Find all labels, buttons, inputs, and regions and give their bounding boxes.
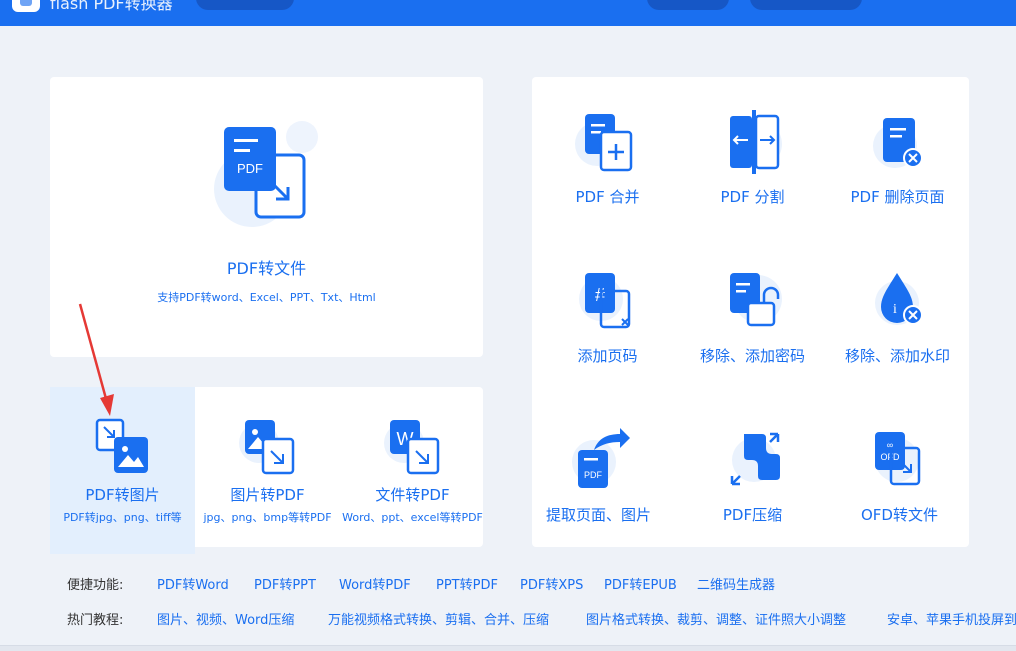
pdf-to-file-card[interactable]: PDF PDF转文件 支持PDF转word、Excel、PPT、Txt、Html (50, 77, 483, 357)
tool-password[interactable]: 移除、添加密码 (680, 241, 825, 391)
tool-title: PDF 分割 (720, 188, 785, 206)
tool-pdf-merge[interactable]: PDF 合并 (535, 82, 680, 232)
image-to-pdf-item[interactable]: 图片转PDF jpg、png、bmp等转PDF (195, 387, 340, 554)
tutorial-link[interactable]: 安卓、苹果手机投屏到 (887, 609, 1016, 628)
tool-title: PDF压缩 (722, 506, 783, 524)
tutorial-link[interactable]: 万能视频格式转换、剪辑、合并、压缩 (328, 609, 549, 628)
info-icon-label: i (893, 302, 897, 317)
tutorials-label: 热门教程: (67, 613, 124, 628)
pdf-icon-label: PDF (237, 161, 263, 176)
tool-title: 添加页码 (577, 347, 638, 365)
quick-link[interactable]: PDF转XPS (520, 574, 583, 593)
item-title: 图片转PDF (230, 486, 305, 504)
quick-link[interactable]: PDF转PPT (254, 574, 316, 593)
top-menu-button[interactable] (196, 0, 294, 10)
bottom-divider (0, 645, 1016, 651)
page-number-icon: # (579, 273, 631, 329)
convert-card: PDF转图片 PDF转jpg、png、tiff等 图片转PDF jpg、png、… (50, 387, 483, 554)
item-title: PDF转图片 (85, 486, 160, 504)
ofd-icon: ∞ OFD (875, 432, 921, 486)
split-icon (730, 110, 782, 174)
file-to-pdf-item[interactable]: W 文件转PDF Word、ppt、excel等转PDF (340, 387, 485, 554)
tools-card: PDF 合并 PDF 分割 PDF 删除页面 # 添加页码 移除、添加密码 i … (532, 77, 969, 547)
tool-title: PDF 合并 (575, 188, 640, 206)
window-control-icon[interactable]: — (906, 0, 918, 6)
tool-watermark[interactable]: i 移除、添加水印 (825, 241, 970, 391)
tool-title: 移除、添加水印 (844, 347, 950, 365)
top-account-button[interactable] (647, 0, 729, 10)
card-title: PDF转文件 (226, 259, 307, 278)
tool-title: PDF 删除页面 (850, 188, 945, 206)
quick-functions-label: 便捷功能: (67, 578, 124, 593)
tool-pdf-delete-page[interactable]: PDF 删除页面 (825, 82, 970, 232)
quick-link[interactable]: PDF转EPUB (604, 574, 677, 593)
app-title: flash PDF转换器 (50, 0, 173, 13)
item-subtitle: jpg、png、bmp等转PDF (203, 511, 332, 524)
pdf-icon-label: PDF (584, 470, 603, 480)
extract-icon: PDF (572, 428, 630, 488)
quick-link[interactable]: 二维码生成器 (697, 574, 775, 593)
quick-link[interactable]: Word转PDF (339, 574, 411, 593)
card-subtitle: 支持PDF转word、Excel、PPT、Txt、Html (157, 291, 376, 304)
top-service-button[interactable] (750, 0, 862, 10)
lock-icon (730, 273, 782, 327)
tool-title: 提取页面、图片 (545, 506, 651, 524)
compress-icon (730, 432, 780, 486)
merge-icon (575, 114, 633, 172)
tool-title: OFD转文件 (861, 506, 938, 524)
title-bar: flash PDF转换器 — (0, 0, 1016, 26)
tool-extract-pages[interactable]: PDF 提取页面、图片 (526, 400, 671, 550)
watermark-drop-icon: i (875, 273, 923, 325)
image-to-pdf-icon (239, 420, 295, 475)
quick-link[interactable]: PDF转Word (157, 574, 229, 593)
item-title: 文件转PDF (375, 486, 450, 504)
pdf-to-image-icon (95, 418, 148, 473)
pdf-to-image-item[interactable]: PDF转图片 PDF转jpg、png、tiff等 (50, 387, 195, 554)
app-logo (12, 0, 40, 12)
tool-ofd-to-file[interactable]: ∞ OFD OFD转文件 (827, 400, 972, 550)
word-to-pdf-icon: W (384, 420, 440, 475)
quick-link[interactable]: PPT转PDF (436, 574, 498, 593)
pdf-convert-icon: PDF (214, 121, 318, 227)
tool-title: 移除、添加密码 (699, 347, 805, 365)
tool-add-page-number[interactable]: # 添加页码 (535, 241, 680, 391)
tutorial-link[interactable]: 图片、视频、Word压缩 (157, 609, 294, 628)
tool-pdf-split[interactable]: PDF 分割 (680, 82, 825, 232)
delete-page-icon (873, 118, 923, 168)
item-subtitle: Word、ppt、excel等转PDF (342, 511, 483, 524)
item-subtitle: PDF转jpg、png、tiff等 (63, 511, 182, 524)
tool-pdf-compress[interactable]: PDF压缩 (680, 400, 825, 550)
tutorial-link[interactable]: 图片格式转换、裁剪、调整、证件照大小调整 (586, 609, 846, 628)
